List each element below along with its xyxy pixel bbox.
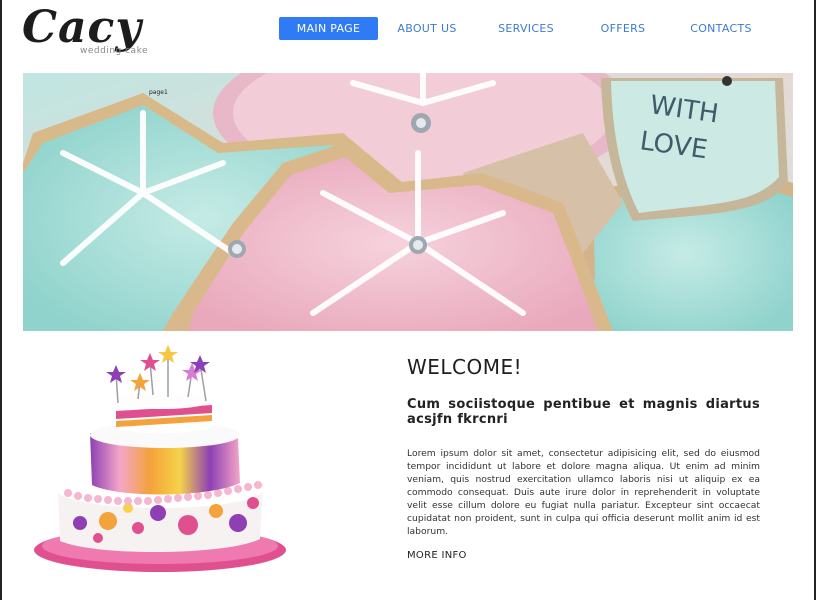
nav-offers[interactable]: OFFERS xyxy=(583,17,663,40)
nav-services[interactable]: SERVICES xyxy=(486,17,566,40)
hero-caption: page1 xyxy=(149,89,168,96)
hero-cookies-image: WITH LOVE xyxy=(23,73,793,331)
hero-banner: WITH LOVE page1 xyxy=(23,73,793,331)
brand-tagline: wedding cake xyxy=(80,46,148,56)
welcome-subtitle: Cum sociistoque pentibue et magnis diart… xyxy=(407,397,760,427)
brand-logo[interactable]: Cacy wedding cake xyxy=(22,6,182,60)
nav-contacts[interactable]: CONTACTS xyxy=(681,17,761,40)
nav-about-us[interactable]: ABOUT US xyxy=(387,17,467,40)
welcome-section: WELCOME! Cum sociistoque pentibue et mag… xyxy=(407,355,760,561)
more-info-link[interactable]: MORE INFO xyxy=(407,550,760,561)
cake-image xyxy=(28,343,293,578)
brand-name: Cacy xyxy=(22,2,142,53)
welcome-title: WELCOME! xyxy=(407,355,523,379)
nav-main-page[interactable]: MAIN PAGE xyxy=(279,17,378,40)
welcome-body: Lorem ipsum dolor sit amet, consectetur … xyxy=(407,448,760,537)
